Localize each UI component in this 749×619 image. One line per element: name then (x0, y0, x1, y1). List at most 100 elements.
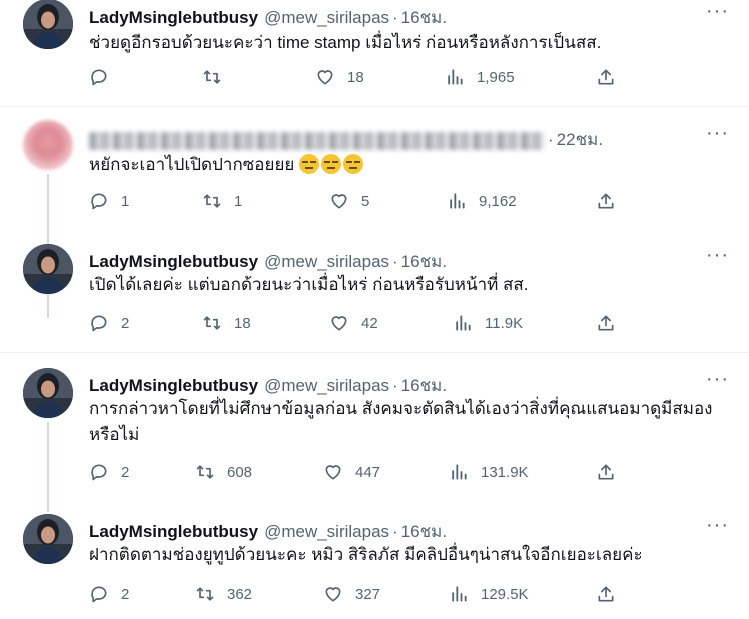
like-count: 327 (355, 585, 381, 603)
reply-icon (91, 586, 107, 603)
share-icon (598, 69, 614, 85)
retweet-count: 608 (227, 463, 253, 481)
timestamp[interactable]: 16ชม. (401, 376, 447, 395)
reply-count: 2 (121, 314, 130, 332)
timestamp[interactable]: 16ชม. (401, 522, 447, 541)
timestamp[interactable]: 16ชม. (401, 8, 447, 27)
share-button[interactable] (596, 191, 616, 211)
retweet-button[interactable]: 1 (202, 191, 242, 211)
retweet-button[interactable]: 362 (195, 584, 252, 604)
like-button[interactable]: 327 (323, 584, 380, 604)
views-button[interactable]: 131.9K (449, 462, 529, 482)
more-icon[interactable]: ··· (706, 368, 729, 391)
avatar[interactable] (23, 0, 73, 49)
like-button[interactable]: 42 (329, 313, 378, 333)
like-icon (317, 70, 333, 85)
retweet-icon (203, 194, 221, 208)
avatar-image (23, 244, 73, 294)
expressionless-emoji-icon (343, 154, 364, 174)
more-icon[interactable]: ··· (706, 0, 729, 23)
reply-count: 1 (121, 192, 130, 210)
views-icon (450, 193, 465, 209)
expressionless-emoji-icon (299, 154, 320, 174)
like-count: 42 (361, 314, 378, 332)
views-count: 131.9K (481, 463, 529, 481)
avatar[interactable] (23, 244, 73, 294)
avatar-image (23, 514, 73, 564)
views-icon (448, 69, 463, 85)
author-name[interactable]: LadyMsinglebutbusy (89, 8, 258, 27)
avatar[interactable] (23, 514, 73, 564)
like-icon (331, 316, 347, 331)
more-icon[interactable]: ··· (706, 514, 729, 537)
author-handle[interactable]: @mew_sirilapas (264, 8, 389, 27)
share-icon (598, 586, 614, 602)
more-icon[interactable]: ··· (706, 122, 729, 145)
like-button[interactable]: 5 (329, 191, 369, 211)
like-button[interactable]: 18 (315, 67, 364, 87)
share-button[interactable] (596, 462, 616, 482)
tweet-actions: 2 608 447 131.9K (89, 462, 729, 486)
views-button[interactable]: 1,965 (445, 67, 515, 87)
reply-button[interactable]: 2 (89, 462, 129, 482)
timestamp[interactable]: 22ชม. (557, 130, 603, 149)
like-button[interactable]: 447 (323, 462, 380, 482)
avatar-image (23, 0, 73, 49)
separator-dot: · (548, 130, 554, 149)
views-count: 11.9K (485, 314, 524, 332)
share-icon (598, 193, 614, 209)
retweet-count: 1 (234, 192, 243, 210)
separator-dot: · (392, 252, 398, 271)
like-icon (325, 465, 341, 480)
author-name[interactable]: LadyMsinglebutbusy (89, 522, 258, 541)
separator-dot: · (392, 522, 398, 541)
share-button[interactable] (596, 67, 616, 87)
author-handle[interactable]: @mew_sirilapas (264, 252, 389, 271)
retweet-count: 18 (234, 314, 251, 332)
avatar[interactable] (23, 368, 73, 418)
views-button[interactable]: 129.5K (449, 584, 529, 604)
author-name-blurred[interactable] (89, 131, 545, 150)
reply-button[interactable] (89, 67, 121, 87)
timestamp[interactable]: 16ชม. (401, 252, 447, 271)
reply-count: 2 (121, 585, 130, 603)
tweet-actions: 2 18 42 11.9K (89, 313, 729, 337)
tweet-text-content: หยักจะเอาไปเปิดปากซอยยย (89, 155, 295, 174)
expressionless-emoji-icon (321, 154, 342, 174)
views-button[interactable]: 11.9K (453, 313, 523, 333)
author-handle[interactable]: @mew_sirilapas (264, 522, 389, 541)
views-count: 129.5K (481, 585, 529, 603)
tweet-text: ฝากติดตามช่องยูทูปด้วยนะคะ หมิว สิริลภัส… (89, 545, 643, 564)
like-icon (325, 587, 341, 602)
reply-button[interactable]: 2 (89, 313, 129, 333)
views-count: 1,965 (477, 68, 515, 86)
views-count: 9,162 (479, 192, 517, 210)
tweet-text: ช่วยดูอีกรอบด้วยนะคะว่า time stamp เมื่อ… (89, 33, 602, 52)
separator-dot: · (392, 376, 398, 395)
share-button[interactable] (596, 584, 616, 604)
retweet-icon (196, 465, 214, 479)
author-name[interactable]: LadyMsinglebutbusy (89, 252, 258, 271)
like-count: 447 (355, 463, 381, 481)
retweet-button[interactable] (202, 67, 234, 87)
divider (0, 352, 749, 353)
retweet-button[interactable]: 18 (202, 313, 251, 333)
reply-button[interactable]: 2 (89, 584, 129, 604)
share-icon (598, 464, 614, 480)
like-count: 5 (361, 192, 370, 210)
like-count: 18 (347, 68, 364, 86)
views-icon (452, 464, 467, 480)
author-handle[interactable]: @mew_sirilapas (264, 376, 389, 395)
author-name[interactable]: LadyMsinglebutbusy (89, 376, 258, 395)
retweet-icon (203, 316, 221, 330)
views-icon (452, 586, 467, 602)
retweet-button[interactable]: 608 (195, 462, 252, 482)
reply-button[interactable]: 1 (89, 191, 129, 211)
reply-icon (91, 69, 107, 86)
more-icon[interactable]: ··· (706, 244, 729, 267)
share-button[interactable] (596, 313, 616, 333)
views-icon (456, 315, 471, 331)
like-icon (331, 194, 347, 209)
views-button[interactable]: 9,162 (447, 191, 517, 211)
avatar[interactable] (23, 120, 73, 170)
